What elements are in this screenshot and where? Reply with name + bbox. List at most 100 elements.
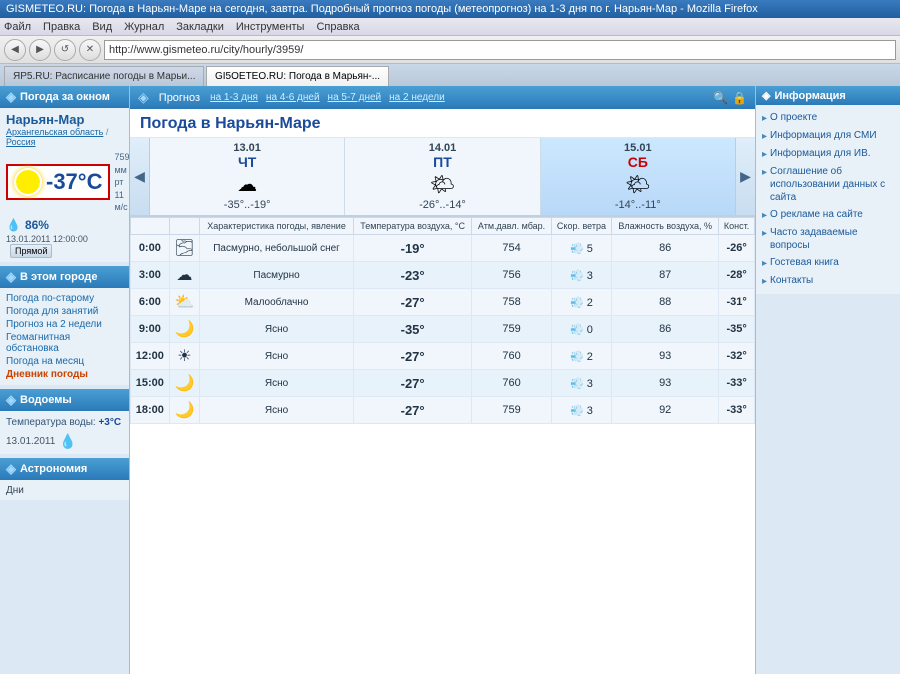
country-link[interactable]: Россия [6, 137, 36, 147]
cell-pressure: 756 [472, 262, 551, 289]
col-condition: Характеристика погоды, явление [200, 218, 354, 235]
sun-icon [14, 168, 42, 196]
menu-bar: Файл Правка Вид Журнал Закладки Инструме… [0, 18, 900, 36]
link-month[interactable]: Погода на месяц [6, 355, 123, 368]
menu-tools[interactable]: Инструменты [236, 21, 305, 33]
tab-1[interactable]: ЯP5.RU: Расписание погоды в Марьи... [4, 66, 204, 86]
forecast-lock-icon[interactable]: 🔒 [732, 91, 747, 105]
cell-feels: -35° [719, 316, 755, 343]
humidity-icon: 💧 [6, 218, 21, 232]
forecast-link-2week[interactable]: на 2 недели [389, 92, 445, 103]
cell-time: 15:00 [131, 370, 170, 397]
link-diary[interactable]: Дневник погоды [6, 368, 123, 381]
menu-bookmarks[interactable]: Закладки [176, 21, 224, 33]
water-content: Температура воды: +3°C 13.01.2011 💧 [0, 411, 129, 454]
water-info: Температура воды: +3°C [6, 415, 123, 431]
right-link-1[interactable]: ▸Информация для СМИ [762, 127, 894, 145]
day-prev-btn[interactable]: ◀ [130, 138, 150, 215]
day-card-1[interactable]: 14.01 ПТ 🌤 -26°..-14° [345, 138, 540, 215]
hourly-table: Характеристика погоды, явление Температу… [130, 217, 755, 424]
day-name-2: СБ [547, 154, 729, 170]
right-sidebar: ◈ Информация ▸О проекте▸Информация для С… [755, 86, 900, 674]
cell-icon: 🌙 [169, 397, 200, 424]
weather-outside-header: ◈ Погода за окном [0, 86, 129, 108]
address-bar[interactable] [104, 40, 896, 60]
water-section: ◈ Водоемы Температура воды: +3°C 13.01.2… [0, 389, 129, 454]
menu-edit[interactable]: Правка [43, 21, 80, 33]
astro-label: Дни [6, 485, 24, 496]
water-temp-value: +3°C [98, 417, 121, 428]
link-old-weather[interactable]: Погода по-старому [6, 292, 123, 305]
day-next-btn[interactable]: ▶ [735, 138, 755, 215]
table-row: 15:00 🌙 Ясно -27° 760 💨 3 93 -33° [131, 370, 755, 397]
cell-icon: ☀ [169, 343, 200, 370]
menu-journal[interactable]: Журнал [124, 21, 164, 33]
cell-humidity: 87 [612, 262, 719, 289]
day-card-2[interactable]: 15.01 СБ 🌤 -14°..-11° [541, 138, 735, 215]
forecast-search-icon[interactable]: 🔍 [713, 91, 728, 105]
info-label: Информация [774, 90, 845, 102]
cell-temp: -27° [353, 343, 471, 370]
right-link-5[interactable]: ▸Часто задаваемые вопросы [762, 224, 894, 254]
menu-view[interactable]: Вид [92, 21, 112, 33]
table-row: 12:00 ☀ Ясно -27° 760 💨 2 93 -32° [131, 343, 755, 370]
stop-button[interactable]: ✕ [79, 39, 101, 61]
right-link-icon-2: ▸ [762, 148, 767, 161]
right-link-3[interactable]: ▸Соглашение об использовании данных с са… [762, 163, 894, 206]
cell-pressure: 759 [472, 316, 551, 343]
cell-wind: 💨 3 [551, 397, 611, 424]
day-icon-0: ☁ [156, 172, 338, 197]
water-icon: ◈ [6, 392, 16, 408]
left-sidebar: ◈ Погода за окном Нарьян-Мар Архангельск… [0, 86, 130, 674]
link-geomag[interactable]: Геомагнитная обстановка [6, 331, 123, 355]
tab-2[interactable]: GI5OETEO.RU: Погода в Марьян-... [206, 66, 389, 86]
cell-wind: 💨 3 [551, 370, 611, 397]
cell-condition: Ясно [200, 370, 354, 397]
region-link[interactable]: Архангельская область [6, 127, 103, 137]
forecast-link-5-7[interactable]: на 5-7 дней [328, 92, 382, 103]
current-temp: -37°C [46, 169, 102, 195]
weather-outside-content: Нарьян-Мар Архангельская область / Росси… [0, 108, 129, 262]
day-date-0: 13.01 [156, 142, 338, 154]
browser-title: GISMETEO.RU: Погода в Нарьян-Маре на сег… [6, 3, 758, 15]
info-icon: ◈ [762, 89, 770, 102]
link-sport-weather[interactable]: Погода для занятий [6, 305, 123, 318]
right-link-2[interactable]: ▸Информация для ИВ. [762, 145, 894, 163]
cell-humidity: 92 [612, 397, 719, 424]
reload-button[interactable]: ↺ [54, 39, 76, 61]
cell-feels: -26° [719, 235, 755, 262]
col-icon [169, 218, 200, 235]
forward-button[interactable]: ▶ [29, 39, 51, 61]
col-humidity: Влажность воздуха, % [612, 218, 719, 235]
right-link-icon-1: ▸ [762, 130, 767, 143]
right-link-label-1: Информация для СМИ [770, 129, 877, 142]
cell-wind: 💨 2 [551, 343, 611, 370]
day-card-0[interactable]: 13.01 ЧТ ☁ -35°..-19° [150, 138, 345, 215]
cell-humidity: 93 [612, 370, 719, 397]
link-2week[interactable]: Прогноз на 2 недели [6, 318, 123, 331]
cell-humidity: 93 [612, 343, 719, 370]
right-link-4[interactable]: ▸О рекламе на сайте [762, 206, 894, 224]
right-link-label-0: О проекте [770, 111, 817, 124]
right-link-0[interactable]: ▸О проекте [762, 109, 894, 127]
cell-time: 18:00 [131, 397, 170, 424]
water-temp-label: Температура воды: [6, 417, 96, 428]
current-datetime: 13.01.2011 12:00:00 [6, 234, 88, 244]
datetime-btn[interactable]: Прямой [10, 244, 52, 258]
pressure-unit: мм рт [114, 165, 126, 188]
cell-temp: -35° [353, 316, 471, 343]
water-date-row: 13.01.2011 💧 [6, 433, 123, 450]
menu-help[interactable]: Справка [316, 21, 359, 33]
back-button[interactable]: ◀ [4, 39, 26, 61]
right-link-7[interactable]: ▸Контакты [762, 272, 894, 290]
cell-temp: -27° [353, 370, 471, 397]
table-row: 0:00 🌫 Пасмурно, небольшой снег -19° 754… [131, 235, 755, 262]
cell-humidity: 86 [612, 235, 719, 262]
datetime-row: 13.01.2011 12:00:00 Прямой [6, 234, 123, 258]
cell-icon: ☁ [169, 262, 200, 289]
forecast-link-4-6[interactable]: на 4-6 дней [266, 92, 320, 103]
forecast-link-1-3[interactable]: на 1-3 дня [210, 92, 258, 103]
right-link-6[interactable]: ▸Гостевая книга [762, 254, 894, 272]
cell-time: 6:00 [131, 289, 170, 316]
menu-file[interactable]: Файл [4, 21, 31, 33]
